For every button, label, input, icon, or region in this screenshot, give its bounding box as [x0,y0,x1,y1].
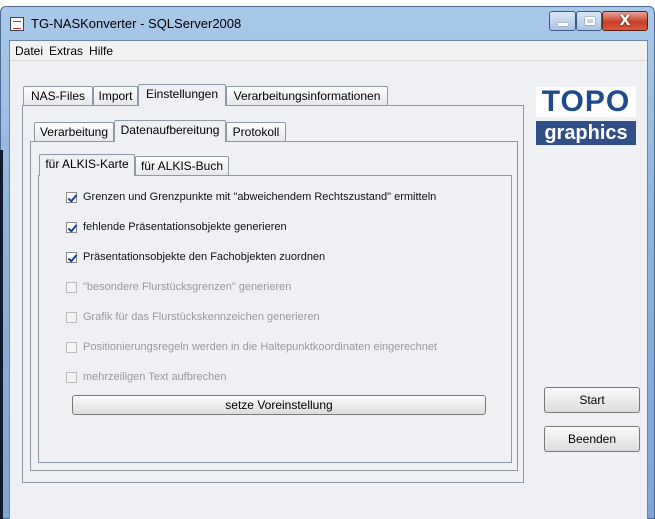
minimize-icon [558,23,568,26]
tab-protokoll[interactable]: Protokoll [226,122,286,142]
menu-bar: Datei Extras Hilfe [10,41,647,61]
minimize-button[interactable] [549,11,576,31]
option-checkbox-disabled[interactable] [66,281,77,293]
option-label: mehrzeiligen Text aufbrechen [83,371,227,383]
option-label: Grenzen und Grenzpunkte mit "abweichende… [83,191,437,203]
menu-hilfe[interactable]: Hilfe [86,44,116,58]
title-bar[interactable]: TG-NASKonverter - SQLServer2008 X [1,7,654,41]
end-button[interactable]: Beenden [544,426,640,452]
option-row[interactable]: Präsentationsobjekte den Fachobjekten zu… [66,249,325,265]
menu-datei[interactable]: Datei [12,44,46,58]
topo-logo: TOPO [536,87,636,117]
close-icon: X [619,13,631,29]
window-edge [0,150,3,519]
window-title: TG-NASKonverter - SQLServer2008 [31,16,242,31]
option-checkbox-checked[interactable] [66,221,77,233]
option-label: Grafik für das Flurstückskennzeichen gen… [83,311,320,323]
client-area: Datei Extras Hilfe NAS-Files Import Eins… [9,40,648,519]
app-window: TG-NASKonverter - SQLServer2008 X Datei … [0,6,655,519]
tab-alkis-buch[interactable]: für ALKIS-Buch [135,156,229,176]
tab-einstellungen[interactable]: Einstellungen [138,84,226,106]
option-row[interactable]: Positionierungsregeln werden in die Halt… [66,339,437,355]
app-icon[interactable] [10,17,24,31]
option-label: Positionierungsregeln werden in die Halt… [83,341,438,353]
tab-alkis-karte[interactable]: für ALKIS-Karte [39,154,135,176]
option-row[interactable]: mehrzeiligen Text aufbrechen [66,369,227,385]
tab-verarbeitungsinformationen[interactable]: Verarbeitungsinformationen [226,86,388,106]
option-label: fehlende Präsentationsobjekte generieren [83,221,287,233]
start-button[interactable]: Start [544,387,640,413]
maximize-icon [585,17,595,25]
option-checkbox-disabled[interactable] [66,341,77,353]
option-row[interactable]: fehlende Präsentationsobjekte generieren [66,219,287,235]
option-row[interactable]: Grafik für das Flurstückskennzeichen gen… [66,309,320,325]
option-checkbox-checked[interactable] [66,191,77,203]
option-row[interactable]: Grenzen und Grenzpunkte mit "abweichende… [66,189,436,205]
set-defaults-button[interactable]: setze Voreinstellung [72,395,486,415]
option-checkbox-disabled[interactable] [66,311,77,323]
menu-extras[interactable]: Extras [46,44,86,58]
tab-datenaufbereitung[interactable]: Datenaufbereitung [114,120,226,142]
graphics-logo: graphics [536,121,636,145]
maximize-button[interactable] [576,11,602,31]
option-row[interactable]: "besondere Flurstücksgrenzen" generieren [66,279,291,295]
option-checkbox-disabled[interactable] [66,371,77,383]
tab-nas-files[interactable]: NAS-Files [23,86,93,106]
option-checkbox-checked[interactable] [66,251,77,263]
option-label: "besondere Flurstücksgrenzen" generieren [83,281,292,293]
tab-import[interactable]: Import [93,86,138,106]
option-label: Präsentationsobjekte den Fachobjekten zu… [83,251,326,263]
close-button[interactable]: X [602,11,648,31]
tab-verarbeitung[interactable]: Verarbeitung [34,122,114,142]
